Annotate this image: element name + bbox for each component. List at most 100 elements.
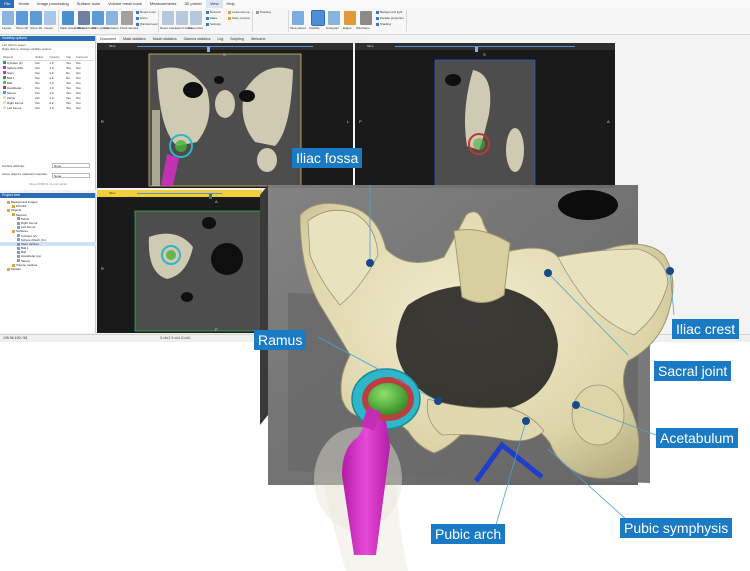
slice-planes-icon[interactable] — [292, 11, 304, 25]
object-name: Acetabular... — [7, 85, 24, 90]
wireframe-icon[interactable] — [360, 11, 372, 25]
menu-tab-file[interactable]: File — [0, 0, 15, 8]
show-3d-icon[interactable] — [30, 11, 42, 25]
make-item[interactable]: Make — [206, 16, 217, 20]
color-swatch — [3, 71, 6, 75]
viewport-sagittal[interactable]: Slice S P A — [355, 43, 615, 188]
visibility-options-icon[interactable] — [311, 10, 325, 26]
reset-zoom-item[interactable]: Reset zoom — [136, 10, 156, 14]
background-light-item[interactable]: Background light — [376, 10, 402, 14]
slice-planes-label: Slice planes — [290, 26, 307, 30]
ribbon-toolbar: Layout Show 2D Show 3D Viewer Mask visua… — [0, 8, 750, 35]
slice-slider[interactable] — [395, 46, 575, 52]
make-icon — [206, 16, 209, 20]
menu-tab-help[interactable]: Help — [223, 0, 239, 8]
landmark-dot — [434, 397, 442, 405]
landmark-dot — [366, 259, 374, 267]
object-name: Ball — [7, 80, 13, 85]
shading-icon — [376, 22, 379, 26]
edges-icon[interactable] — [344, 11, 356, 25]
axis-label-bottom: P — [215, 327, 218, 332]
object-opacity-cell[interactable]: 1.0 — [48, 105, 65, 110]
reset-zoom-icon — [136, 10, 139, 14]
settings-item[interactable]: Settings — [206, 22, 221, 26]
surface-attribute-select[interactable]: None — [52, 163, 90, 168]
ribbon-separator — [58, 10, 59, 32]
tab-model-statistics[interactable]: Model statistics — [150, 36, 180, 42]
sagittal-ct-image — [434, 59, 536, 187]
object-name: Sphere (Ma.. — [7, 65, 25, 70]
wireframe-label: Wireframe — [356, 26, 370, 30]
color-swatch — [3, 96, 6, 100]
zoom-icon — [136, 16, 139, 20]
layout-icon[interactable] — [2, 11, 14, 25]
save-camera-item[interactable]: Save camera — [228, 16, 250, 20]
light-icon — [376, 10, 379, 14]
tab-welcome[interactable]: Welcome — [248, 36, 269, 42]
projection-icon — [376, 16, 379, 20]
dashboard-3d-icon[interactable] — [78, 11, 90, 25]
screenshot-icon[interactable] — [190, 11, 202, 25]
viewer-icon[interactable] — [44, 11, 56, 25]
viewport-toolbar: Slice — [97, 43, 353, 52]
window-level-icon — [136, 22, 139, 26]
export-scene-icon[interactable] — [176, 11, 188, 25]
axis-label-top: S — [483, 52, 486, 57]
show-2d-icon[interactable] — [16, 11, 28, 25]
reset-view-label: Reset view — [160, 26, 175, 30]
objects-table: Objects Visible Opacity Clip Contours Cy… — [2, 55, 94, 110]
object-visible-cell[interactable]: Yes — [34, 105, 49, 110]
tab-mask-statistics[interactable]: Mask statistics — [120, 36, 149, 42]
object-name: Cylinder (2) — [7, 60, 23, 65]
tab-gamma-statistics[interactable]: Gamma statistics — [181, 36, 214, 42]
menu-tab-image-processing[interactable]: Image processing — [33, 0, 73, 8]
menu-tab-volume-mesh-tools[interactable]: Volume mesh tools — [104, 0, 146, 8]
zoom-item[interactable]: Zoom — [136, 16, 148, 20]
viewport-toolbar: Slice — [97, 190, 262, 199]
menu-tab-measurements[interactable]: Measurements — [146, 0, 180, 8]
hologram-icon[interactable] — [328, 11, 340, 25]
active-object-select[interactable]: None — [52, 173, 90, 178]
visibility-options-panel: Visibility options Left click to select … — [0, 36, 96, 190]
shading-item[interactable]: Shading — [256, 10, 271, 14]
slice-options-icon[interactable] — [92, 11, 104, 25]
slice-slider[interactable] — [137, 193, 222, 199]
viewport-axial[interactable]: Slice A R P — [97, 190, 262, 333]
load-camera-item[interactable]: Load camera — [228, 10, 250, 14]
camera-icon — [228, 16, 231, 20]
fixed-camera-icon[interactable] — [121, 11, 133, 25]
object-contours-cell[interactable]: Yes — [75, 105, 94, 110]
menu-tab-home[interactable]: Home — [14, 0, 33, 8]
table-row[interactable]: Left Femur Yes 1.0 Yes Yes — [2, 105, 94, 110]
menu-bar: File Home Image processing Surface tools… — [0, 0, 750, 8]
status-coordinates: 195.96 190 / 58 — [3, 336, 28, 340]
panel-title: Project tree — [0, 193, 95, 198]
tab-log[interactable]: Log — [214, 36, 226, 42]
show-control-points-button[interactable]: Show MIMICS control points — [6, 182, 90, 187]
shading-dropdown[interactable]: Shading — [376, 22, 391, 26]
callout-sacral-joint: Sacral joint — [654, 361, 732, 381]
object-name: Ball 1 — [7, 75, 15, 80]
folder-icon — [7, 267, 10, 271]
reset-view-icon[interactable] — [162, 11, 174, 25]
landmark-dot — [666, 267, 674, 275]
object-clip-cell[interactable]: Yes — [65, 105, 75, 110]
tab-document[interactable]: Document — [97, 36, 119, 42]
callout-pubic-symphysis: Pubic symphysis — [620, 518, 733, 538]
menu-tab-surface-tools[interactable]: Surface tools — [73, 0, 104, 8]
orientation-label: Orientation — [104, 26, 119, 30]
refresh-item[interactable]: Refresh — [206, 10, 221, 14]
mask-visualization-icon[interactable] — [62, 11, 74, 25]
visibility-options-label: Visibility — [309, 26, 320, 30]
project-tree-panel: Project tree Background images DICOM Objec… — [0, 193, 96, 333]
tree-node[interactable]: Models — [0, 267, 96, 271]
hologram-label: Hologram — [326, 26, 340, 30]
menu-tab-3d-printer[interactable]: 3D printer — [180, 0, 206, 8]
color-swatch — [3, 91, 6, 95]
menu-tab-view[interactable]: View — [205, 0, 223, 8]
window-level-item[interactable]: Window level — [136, 22, 158, 26]
tab-scripting[interactable]: Scripting — [227, 36, 247, 42]
orientation-icon[interactable] — [106, 11, 118, 25]
parallel-projection-item[interactable]: Parallel projection — [376, 16, 404, 20]
slice-slider[interactable] — [137, 46, 313, 52]
